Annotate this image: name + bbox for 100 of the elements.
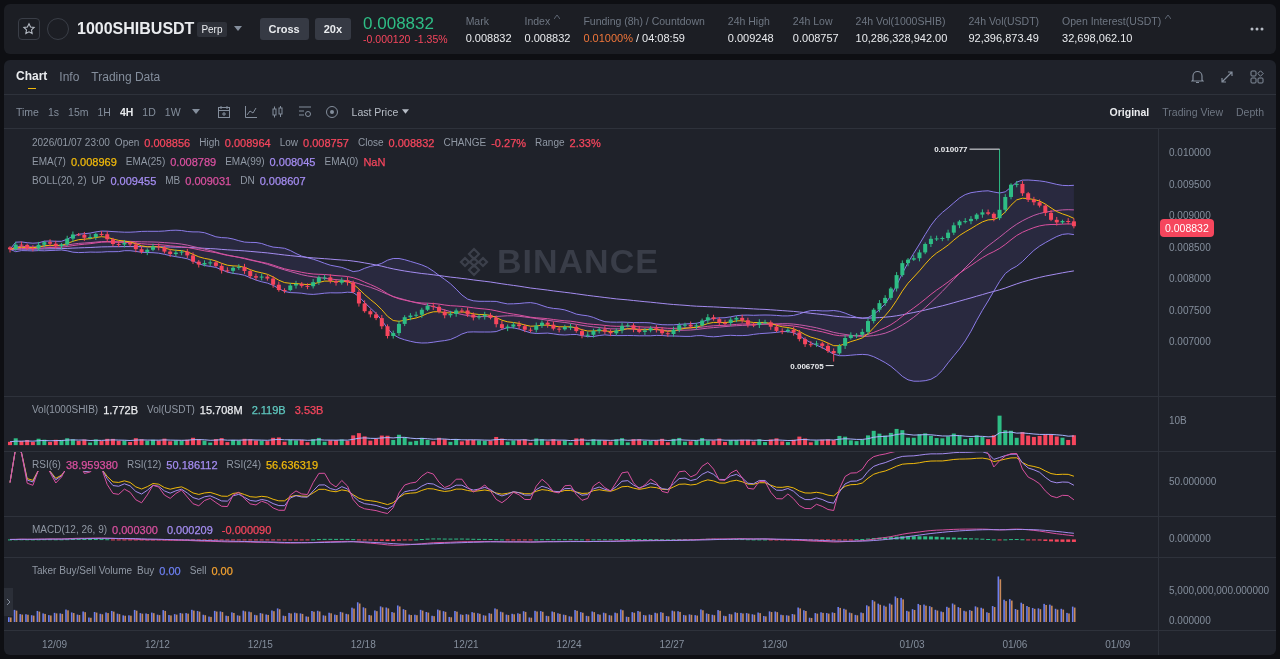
stat-value: 0.008832 (465, 31, 512, 44)
legend-value: 0.009031 (185, 175, 232, 187)
legend-value: 2.119B (251, 404, 286, 416)
interval-tab[interactable]: 1s (47, 103, 60, 120)
funding-rate: 0.01000% (583, 31, 633, 44)
panel-tab[interactable]: Info (59, 62, 80, 92)
time-axis-label: 01/09 (1105, 639, 1131, 650)
legend-label: RSI(24) (226, 459, 261, 471)
legend-value: 38.959380 (65, 459, 118, 471)
symbol-name[interactable]: 1000SHIBUSDT (77, 20, 195, 38)
low-price-marker: 0.006705 (790, 361, 824, 371)
stat-label: 24h Low (792, 14, 833, 27)
legend-value: 0.008789 (170, 156, 217, 168)
time-axis-label: 01/03 (899, 639, 925, 650)
legend-label: Vol(USDT) (147, 404, 195, 416)
legend-value: 0.008964 (224, 137, 271, 149)
legend-label: Taker Buy/Sell Volume (32, 565, 133, 577)
stat-label: 24h Vol(USDT) (968, 14, 1040, 27)
current-price-tag: 0.008832 (1160, 218, 1214, 237)
legend-value: -0.000090 (221, 524, 272, 536)
legend-label: DN (240, 175, 255, 187)
price-axis-label: 0.008000 (1169, 273, 1211, 284)
price-axis-label: 0.009000 (1169, 210, 1211, 221)
time-axis-label: 12/18 (350, 639, 376, 650)
legend-value: 15.708M (199, 404, 243, 416)
legend-value: 2.33% (569, 137, 601, 149)
price-axis-label: 0.008500 (1169, 241, 1211, 253)
legend-value: 0.008969 (70, 156, 117, 168)
stat-label: Open Interest(USDT) (1062, 14, 1162, 27)
time-axis-label: 12/27 (659, 639, 685, 650)
legend-label: EMA(99) (225, 156, 265, 168)
axis-label: 5,000,000,000.000000 (1169, 585, 1270, 596)
legend-value: 0.009455 (110, 175, 157, 187)
view-tab[interactable]: Trading View (1162, 103, 1223, 120)
legend-label: Low (279, 137, 299, 149)
legend-value: -0.27% (491, 137, 527, 149)
legend-value: 0.000209 (166, 524, 213, 536)
legend-value: 56.636319 (266, 459, 318, 471)
legend-label: MB (165, 175, 181, 187)
view-tab[interactable]: Original (1109, 103, 1150, 120)
stat-label: Mark (465, 14, 489, 27)
time-label: Time (16, 105, 39, 118)
leverage-button[interactable]: 20x (314, 18, 352, 40)
stat-value: 32,698,062.10 (1062, 31, 1133, 44)
legend-value: 1.772B (103, 404, 139, 416)
legend-label: Sell (189, 565, 207, 577)
axis-label: 50.000000 (1169, 476, 1217, 487)
interval-tab[interactable]: 1H (97, 103, 111, 120)
legend-value: NaN (363, 156, 386, 168)
interval-tab[interactable]: 15m (68, 103, 89, 120)
time-axis-label: 12/15 (247, 639, 273, 650)
time-axis-label: 12/24 (556, 639, 582, 650)
legend-label: EMA(7) (32, 156, 66, 168)
legend-value: 3.53B (294, 404, 324, 416)
legend-label: Close (357, 137, 384, 149)
legend-label: UP (91, 175, 106, 187)
legend-value: 0.000300 (112, 524, 158, 536)
legend-label: MACD(12, 26, 9) (32, 524, 108, 536)
stat-value: 92,396,873.49 (968, 31, 1039, 44)
legend-label: 2026/01/07 23:00 (32, 137, 110, 149)
legend-value: 0.00 (211, 565, 233, 577)
legend-label: CHANGE (443, 137, 487, 149)
stat-value: 0.009248 (727, 31, 774, 44)
margin-mode-button[interactable]: Cross (259, 18, 309, 40)
axis-label: 0.000000 (1169, 533, 1211, 544)
time-axis-label: 12/21 (453, 639, 479, 650)
legend-label: Buy (137, 565, 155, 577)
legend-label: RSI(12) (126, 459, 162, 471)
interval-tab[interactable]: 1D (142, 103, 156, 120)
contract-type-tag: Perp (197, 21, 227, 37)
legend-value: 0.00 (159, 565, 181, 577)
legend-label: EMA(25) (125, 156, 166, 168)
panel-tab[interactable]: Trading Data (91, 62, 161, 92)
stat-label: Funding (8h) / Countdown (583, 14, 705, 27)
stat-label: 24h Vol(1000SHIB) (855, 14, 946, 27)
stat-label: Index (524, 14, 551, 27)
axis-label: 0.000000 (1169, 615, 1211, 626)
legend-value: 0.008757 (303, 137, 349, 149)
legend-label: RSI(6) (32, 459, 61, 471)
view-tab[interactable]: Depth (1235, 103, 1264, 120)
price-axis-label: 0.010000 (1169, 147, 1211, 158)
price-change-percent: -1.35% (414, 32, 448, 45)
price-axis-label: 0.007000 (1169, 336, 1211, 347)
price-axis-label: 0.009500 (1169, 178, 1211, 190)
stat-value: 10,286,328,942.00 (855, 31, 948, 44)
funding-countdown: / 04:08:59 (635, 31, 685, 44)
stat-label: 24h High (727, 14, 770, 27)
legend-label: Range (535, 137, 565, 149)
legend-value: 0.008045 (269, 156, 316, 168)
legend-value: 50.186112 (166, 459, 218, 471)
interval-tab[interactable]: 1W (164, 103, 181, 120)
axis-label: 10B (1169, 415, 1187, 426)
price-source-dropdown[interactable]: Last Price (351, 103, 410, 120)
price-axis-label: 0.007500 (1169, 304, 1211, 316)
legend-label: Vol(1000SHIB) (32, 404, 99, 416)
interval-tab[interactable]: 4H (119, 103, 134, 120)
legend-label: High (199, 137, 220, 149)
stat-value: 0.008757 (792, 31, 839, 44)
high-price-marker: 0.010077 (934, 145, 968, 155)
legend-value: 0.008856 (144, 137, 191, 149)
